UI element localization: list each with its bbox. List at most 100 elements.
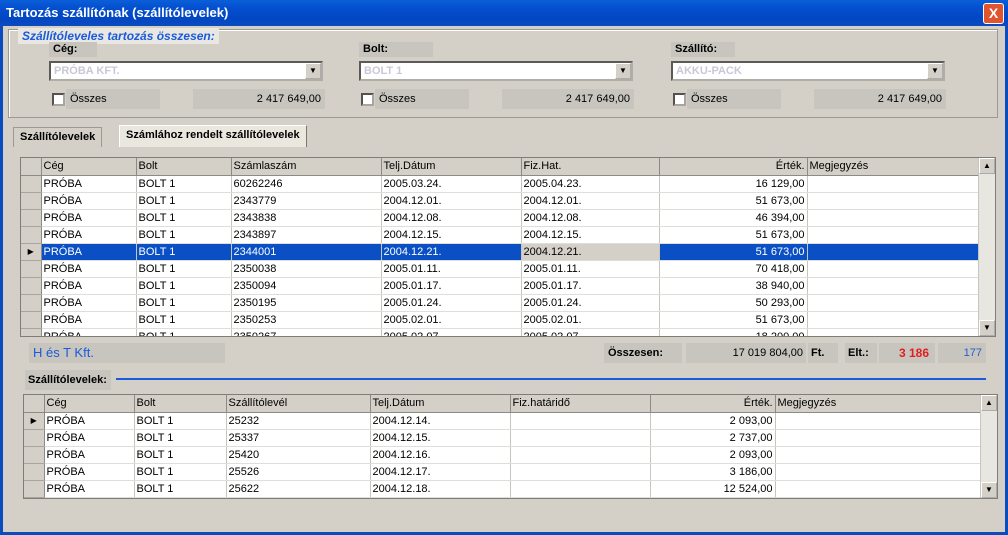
chevron-down-icon[interactable]: ▼ (927, 63, 943, 79)
table-cell[interactable]: 12 524,00 (650, 480, 776, 498)
table-cell[interactable]: 3 186,00 (650, 463, 776, 481)
table-cell[interactable]: 2005.02.07. (521, 328, 660, 336)
store-select[interactable]: BOLT 1 ▼ (359, 61, 633, 81)
table-cell[interactable]: 2004.12.15. (381, 226, 522, 244)
table-cell[interactable] (807, 192, 980, 210)
table-cell[interactable]: 2004.12.01. (381, 192, 522, 210)
table-row[interactable]: PRÓBA BOLT 1 2350195 2005.01.24. 2005.01.24.… (21, 294, 980, 312)
table-row[interactable]: PRÓBA BOLT 1 25337 2004.12.15. 2 737,00 (24, 429, 982, 447)
table-cell[interactable] (807, 311, 980, 329)
table-cell[interactable]: 2 093,00 (650, 446, 776, 464)
table-cell[interactable]: 2 093,00 (650, 412, 776, 430)
tab-delivery-notes[interactable]: Szállítólevelek (13, 127, 103, 147)
table-cell[interactable]: PRÓBA (41, 260, 137, 278)
table-row[interactable]: PRÓBA BOLT 1 2343779 2004.12.01. 2004.12.01.… (21, 192, 980, 210)
col-header[interactable]: Cég (41, 158, 137, 176)
table-cell[interactable]: 50 293,00 (659, 294, 808, 312)
table-cell[interactable]: 25420 (226, 446, 371, 464)
table-cell[interactable]: BOLT 1 (136, 311, 232, 329)
table-cell[interactable]: 2005.02.01. (381, 311, 522, 329)
col-header[interactable]: Bolt (136, 158, 232, 176)
table-cell[interactable] (807, 260, 980, 278)
table-row[interactable]: PRÓBA BOLT 1 25622 2004.12.18. 12 524,00 (24, 480, 982, 498)
table-cell[interactable]: BOLT 1 (136, 243, 232, 261)
table-cell[interactable]: PRÓBA (41, 226, 137, 244)
table-cell[interactable]: PRÓBA (41, 192, 137, 210)
table-cell[interactable]: 38 940,00 (659, 277, 808, 295)
company-all-checkbox[interactable] (52, 93, 65, 106)
table-cell[interactable] (775, 463, 982, 481)
supplier-all-checkbox[interactable] (673, 93, 686, 106)
col-header[interactable]: Megjegyzés (775, 395, 982, 413)
table-cell[interactable]: 2004.12.15. (370, 429, 511, 447)
table-cell[interactable]: BOLT 1 (136, 226, 232, 244)
table-cell[interactable]: PRÓBA (41, 243, 137, 261)
table-cell[interactable]: PRÓBA (41, 311, 137, 329)
table-cell[interactable]: PRÓBA (41, 294, 137, 312)
table-cell[interactable]: 2004.12.21. (381, 243, 522, 261)
table-cell[interactable]: 2350253 (231, 311, 382, 329)
table-cell[interactable]: 60262246 (231, 175, 382, 193)
table-cell[interactable]: PRÓBA (41, 328, 137, 336)
table-cell[interactable] (807, 328, 980, 336)
col-header[interactable]: Érték. (659, 158, 808, 176)
table-row[interactable]: PRÓBA BOLT 1 2350253 2005.02.01. 2005.02.01.… (21, 311, 980, 329)
col-header[interactable]: Telj.Dátum (370, 395, 511, 413)
table-cell[interactable] (807, 294, 980, 312)
table-row[interactable]: PRÓBA BOLT 1 60262246 2005.03.24. 2005.04.23… (21, 175, 980, 193)
table-cell[interactable]: 51 673,00 (659, 226, 808, 244)
col-header[interactable]: Fiz.határidő (510, 395, 651, 413)
table-cell[interactable]: BOLT 1 (136, 192, 232, 210)
table-cell[interactable]: 2004.12.15. (521, 226, 660, 244)
table-cell[interactable]: 2004.12.16. (370, 446, 511, 464)
table-cell[interactable]: BOLT 1 (134, 480, 227, 498)
col-header[interactable]: Megjegyzés (807, 158, 980, 176)
table-cell[interactable] (807, 209, 980, 227)
table-cell[interactable]: 25232 (226, 412, 371, 430)
table-cell[interactable] (510, 463, 651, 481)
table-cell[interactable]: PRÓBA (44, 446, 135, 464)
table-cell[interactable]: BOLT 1 (134, 412, 227, 430)
table-cell[interactable]: PRÓBA (44, 480, 135, 498)
table-row[interactable]: PRÓBA BOLT 1 2350267 2005.02.07. 2005.02.07.… (21, 328, 980, 336)
table-cell[interactable]: 25526 (226, 463, 371, 481)
table-cell[interactable]: 70 418,00 (659, 260, 808, 278)
table-cell[interactable]: 2005.01.17. (521, 277, 660, 295)
table-row[interactable]: PRÓBA BOLT 1 25526 2004.12.17. 3 186,00 (24, 463, 982, 481)
table-row[interactable]: PRÓBA BOLT 1 25420 2004.12.16. 2 093,00 (24, 446, 982, 464)
scroll-down-icon[interactable]: ▼ (981, 482, 997, 498)
table-cell[interactable]: BOLT 1 (136, 260, 232, 278)
col-header[interactable]: Telj.Dátum (381, 158, 522, 176)
col-header[interactable]: Fiz.Hat. (521, 158, 660, 176)
supplier-select[interactable]: AKKU-PACK ▼ (671, 61, 945, 81)
table-cell[interactable]: 2005.04.23. (521, 175, 660, 193)
table-cell[interactable]: 2350038 (231, 260, 382, 278)
col-header[interactable]: Cég (44, 395, 135, 413)
table-cell[interactable]: 2343897 (231, 226, 382, 244)
table-cell[interactable] (807, 175, 980, 193)
table-cell[interactable]: 2350267 (231, 328, 382, 336)
table-cell[interactable]: 51 673,00 (659, 243, 808, 261)
table-cell[interactable]: 2004.12.21. (521, 243, 660, 261)
table-cell[interactable]: PRÓBA (41, 209, 137, 227)
table-cell[interactable]: 51 673,00 (659, 192, 808, 210)
table-cell[interactable]: 2005.02.07. (381, 328, 522, 336)
scroll-up-icon[interactable]: ▲ (979, 158, 995, 174)
table-cell[interactable] (807, 243, 980, 261)
table-cell[interactable] (775, 446, 982, 464)
table-cell[interactable]: PRÓBA (44, 429, 135, 447)
chevron-down-icon[interactable]: ▼ (305, 63, 321, 79)
col-header[interactable]: Szállítólevél (226, 395, 371, 413)
table-cell[interactable] (510, 412, 651, 430)
table-cell[interactable]: 2004.12.14. (370, 412, 511, 430)
table-cell[interactable]: BOLT 1 (134, 429, 227, 447)
scroll-down-icon[interactable]: ▼ (979, 320, 995, 336)
table-cell[interactable]: 16 129,00 (659, 175, 808, 193)
table-cell[interactable]: 2344001 (231, 243, 382, 261)
table-cell[interactable]: BOLT 1 (136, 328, 232, 336)
company-select[interactable]: PRÓBA KFT. ▼ (49, 61, 323, 81)
table-cell[interactable]: 25337 (226, 429, 371, 447)
table-cell[interactable]: BOLT 1 (136, 277, 232, 295)
table-cell[interactable]: BOLT 1 (134, 446, 227, 464)
table-cell[interactable]: 2 737,00 (650, 429, 776, 447)
